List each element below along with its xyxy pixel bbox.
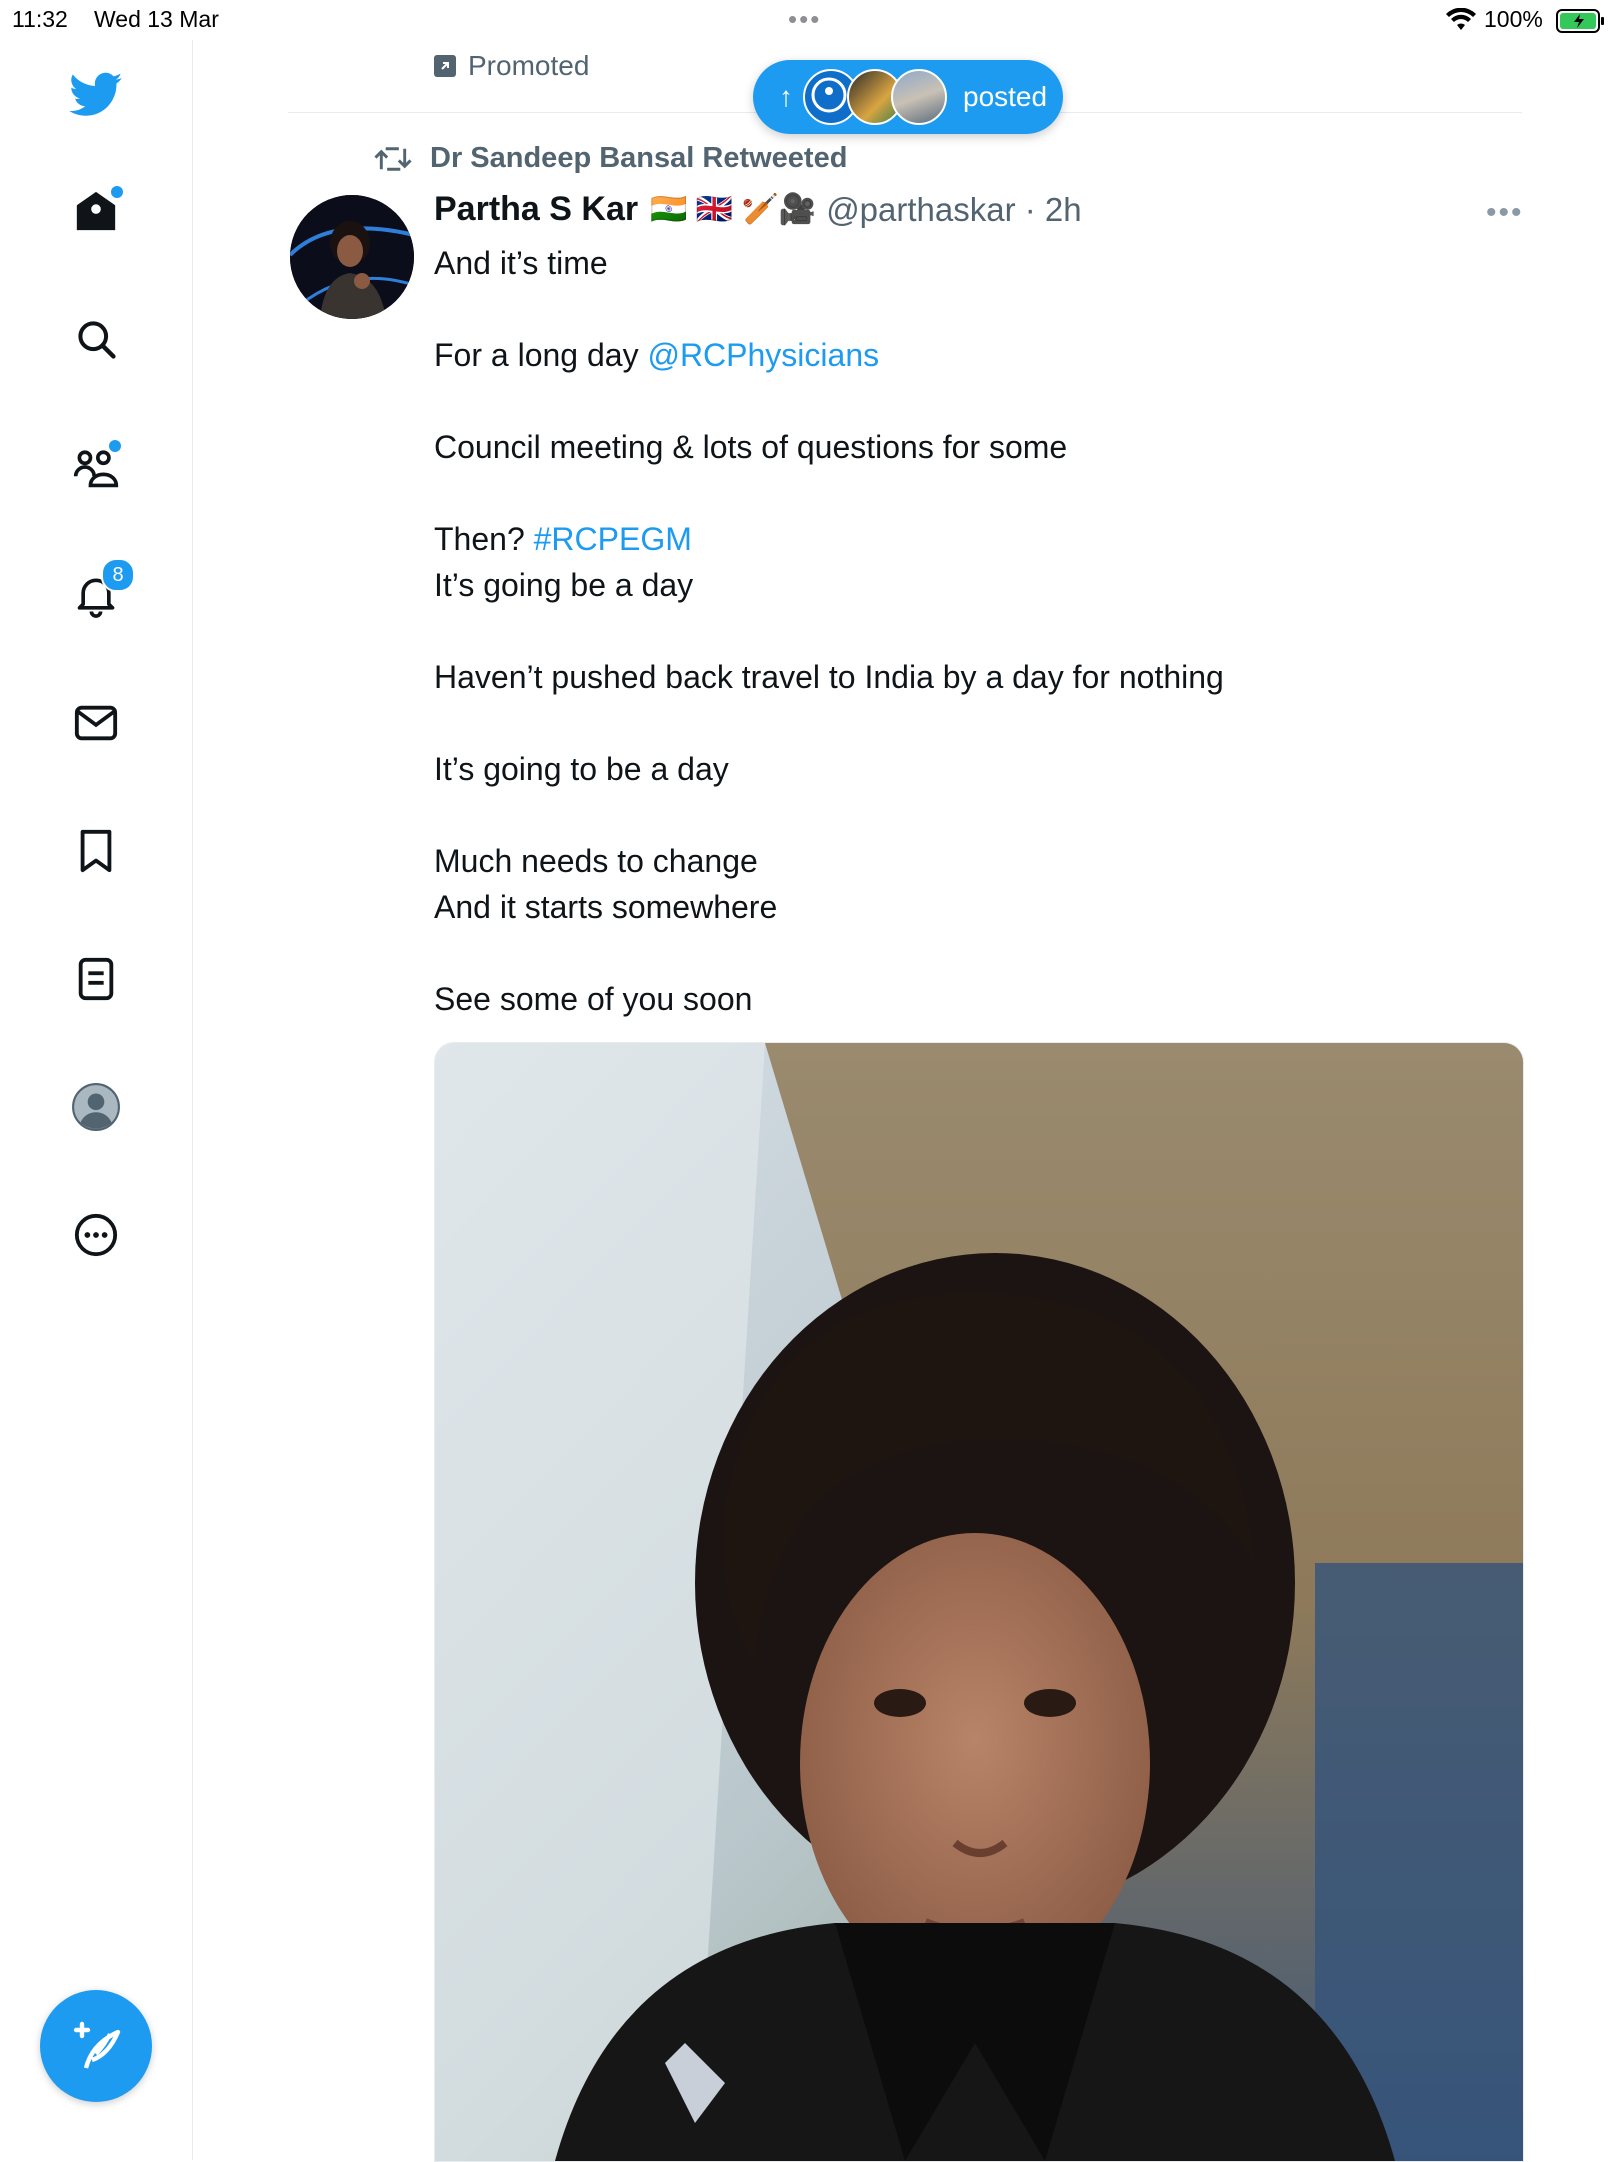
- tweet-line: Then? #RCPEGM: [434, 516, 1514, 562]
- tweet-text: Then?: [434, 521, 534, 557]
- hashtag-link[interactable]: #RCPEGM: [534, 521, 692, 557]
- sidebar-item-more[interactable]: [63, 1202, 129, 1268]
- tweet-more-icon[interactable]: •••: [1486, 196, 1524, 230]
- retweet-context[interactable]: Dr Sandeep Bansal Retweeted: [374, 142, 847, 175]
- sidebar-item-notifications[interactable]: 8: [63, 558, 135, 628]
- author-name[interactable]: Partha S Kar: [434, 190, 638, 229]
- tweet-header: Partha S Kar 🇮🇳 🇬🇧 🏏🎥 @parthaskar · 2h: [434, 190, 1082, 229]
- tweet-line: Council meeting & lots of questions for …: [434, 429, 1068, 465]
- sidebar-item-lists[interactable]: [63, 946, 129, 1012]
- battery-percent: 100%: [1484, 6, 1543, 32]
- battery-icon: [1556, 9, 1604, 33]
- tweet-line: It’s going to be a day: [434, 751, 729, 787]
- search-icon: [78, 321, 116, 359]
- lists-icon: [78, 957, 114, 1001]
- sidebar-item-home[interactable]: [63, 178, 129, 244]
- arrow-up-icon: ↑: [779, 81, 793, 112]
- home-unread-dot: [111, 186, 123, 198]
- status-bar: 11:32 Wed 13 Mar ••• 100%: [0, 0, 1620, 40]
- avatar: [891, 69, 947, 125]
- retweet-label: Dr Sandeep Bansal Retweeted: [430, 142, 848, 174]
- author-emojis: 🇮🇳 🇬🇧 🏏🎥: [650, 193, 817, 226]
- tweet-text: For a long day: [434, 337, 648, 373]
- status-time: 11:32: [12, 6, 68, 32]
- tweet-line: Much needs to change: [434, 843, 758, 879]
- compose-button[interactable]: [40, 1990, 152, 2102]
- more-icon: [74, 1213, 118, 1257]
- compose-icon: [73, 2021, 121, 2069]
- sidebar: 8: [0, 40, 193, 2160]
- sidebar-item-profile[interactable]: [63, 1074, 129, 1140]
- new-posts-label: posted: [963, 81, 1048, 112]
- promoted-text: Promoted: [468, 50, 590, 81]
- tweet-line: And it’s time: [434, 245, 608, 281]
- notifications-badge: 8: [101, 558, 135, 592]
- communities-unread-dot: [109, 440, 121, 452]
- multitasking-dots-icon[interactable]: •••: [788, 4, 821, 35]
- sidebar-item-bookmarks[interactable]: [63, 818, 129, 884]
- tweet-body: And it’s time For a long day @RCPhysicia…: [434, 240, 1514, 1022]
- author-avatar[interactable]: [290, 195, 414, 319]
- tweet-photo[interactable]: [434, 1042, 1524, 2162]
- promoted-label: Promoted: [434, 50, 589, 82]
- wifi-icon: [1446, 8, 1476, 30]
- tweet-line: And it starts somewhere: [434, 889, 778, 925]
- tweet-line: It’s going be a day: [434, 567, 694, 603]
- mention-link[interactable]: @RCPhysicians: [647, 337, 879, 373]
- sidebar-item-communities[interactable]: [63, 434, 129, 500]
- tweet-line: Haven’t pushed back travel to India by a…: [434, 659, 1224, 695]
- tweet-line: For a long day @RCPhysicians: [434, 332, 1514, 378]
- sidebar-item-explore[interactable]: [63, 306, 129, 372]
- mail-icon: [74, 705, 118, 741]
- new-posts-pill[interactable]: ↑ posted: [753, 60, 1063, 134]
- sidebar-item-messages[interactable]: [63, 690, 129, 756]
- retweet-icon: [374, 146, 412, 171]
- poster-avatars: [803, 69, 947, 125]
- promoted-icon: [434, 55, 456, 77]
- tweet-line: See some of you soon: [434, 981, 753, 1017]
- status-date: Wed 13 Mar: [94, 6, 219, 32]
- profile-icon: [72, 1083, 120, 1131]
- author-handle-time[interactable]: @parthaskar · 2h: [826, 191, 1081, 229]
- twitter-logo-icon[interactable]: [63, 62, 129, 128]
- bookmark-icon: [80, 829, 112, 873]
